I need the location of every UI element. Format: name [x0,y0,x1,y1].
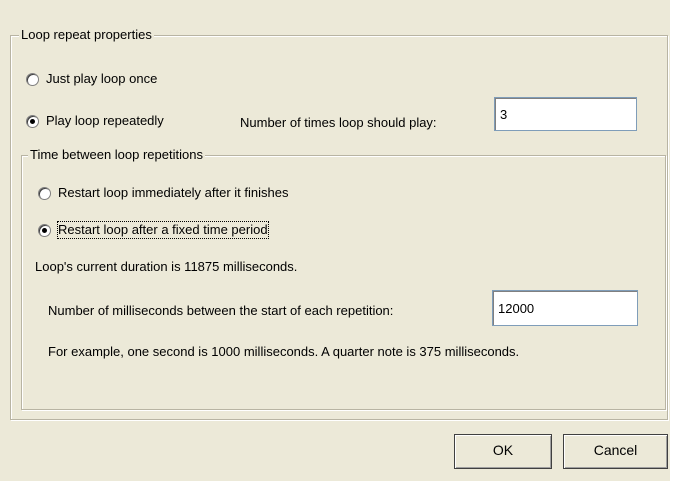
restart-fixed-label: Restart loop after a fixed time period [57,221,269,239]
restart-fixed-radio-option[interactable]: Restart loop after a fixed time period [38,221,269,239]
play-once-label: Just play loop once [46,71,158,86]
loop-properties-dialog: Loop repeat properties Just play loop on… [0,0,670,481]
restart-fixed-radio-button[interactable] [38,223,51,237]
play-repeat-radio-option[interactable]: Play loop repeatedly [26,113,164,129]
repeat-count-label: Number of times loop should play: [240,115,437,130]
repeat-count-input[interactable] [494,97,637,131]
loop-repeat-group-title: Loop repeat properties [19,27,154,43]
restart-immediate-radio-option[interactable]: Restart loop immediately after it finish… [38,185,288,201]
restart-immediate-label: Restart loop immediately after it finish… [58,185,289,200]
ms-between-label: Number of milliseconds between the start… [48,303,394,318]
play-once-radio-option[interactable]: Just play loop once [26,71,157,87]
play-repeat-label: Play loop repeatedly [46,113,164,128]
play-repeat-radio-button[interactable] [26,114,39,128]
time-between-group-title: Time between loop repetitions [28,147,205,163]
restart-immediate-radio-button[interactable] [38,186,51,200]
ok-button[interactable]: OK [454,434,552,469]
play-once-radio-button[interactable] [26,72,39,86]
cancel-button[interactable]: Cancel [563,434,668,469]
ms-between-input[interactable] [492,290,638,326]
example-text: For example, one second is 1000 millisec… [48,344,520,359]
duration-text: Loop's current duration is 11875 millise… [35,259,298,274]
